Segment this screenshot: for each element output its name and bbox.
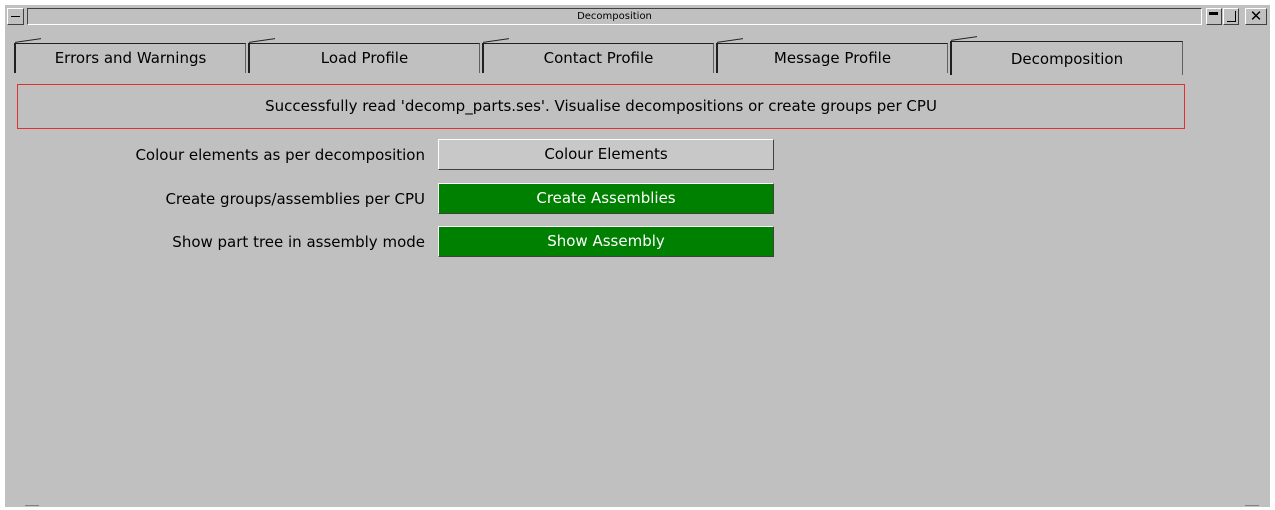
tab-label: Load Profile xyxy=(320,49,409,67)
decomposition-window: Decomposition ✕ Errors and Warnings Load… xyxy=(5,5,1270,507)
tab-message-profile[interactable]: Message Profile xyxy=(716,43,948,73)
colour-elements-button[interactable]: Colour Elements xyxy=(438,139,774,170)
create-assemblies-button[interactable]: Create Assemblies xyxy=(438,183,774,214)
tab-decomposition[interactable]: Decomposition xyxy=(950,41,1183,75)
tab-label: Contact Profile xyxy=(543,49,654,67)
resize-corner-right[interactable] xyxy=(1245,505,1259,506)
close-button[interactable]: ✕ xyxy=(1245,8,1267,25)
title-bar[interactable]: Decomposition ✕ xyxy=(5,5,1270,31)
tab-load-profile[interactable]: Load Profile xyxy=(248,43,480,73)
colour-elements-label: Colour elements as per decomposition xyxy=(135,146,425,164)
maximize-button[interactable] xyxy=(1223,8,1239,25)
status-message: Successfully read 'decomp_parts.ses'. Vi… xyxy=(17,84,1185,129)
window-title: Decomposition xyxy=(27,8,1202,25)
resize-corner-left[interactable] xyxy=(25,505,39,506)
show-assembly-button[interactable]: Show Assembly xyxy=(438,226,774,257)
minimize-button[interactable] xyxy=(1206,8,1222,25)
tab-contact-profile[interactable]: Contact Profile xyxy=(482,43,714,73)
tab-label: Message Profile xyxy=(773,49,892,67)
create-assemblies-label: Create groups/assemblies per CPU xyxy=(165,190,425,208)
close-icon: ✕ xyxy=(1249,7,1263,25)
show-assembly-label: Show part tree in assembly mode xyxy=(172,233,425,251)
tab-label: Errors and Warnings xyxy=(54,49,207,67)
tab-errors-and-warnings[interactable]: Errors and Warnings xyxy=(14,43,246,73)
tab-label: Decomposition xyxy=(1010,50,1124,68)
system-menu-button[interactable] xyxy=(7,8,24,25)
